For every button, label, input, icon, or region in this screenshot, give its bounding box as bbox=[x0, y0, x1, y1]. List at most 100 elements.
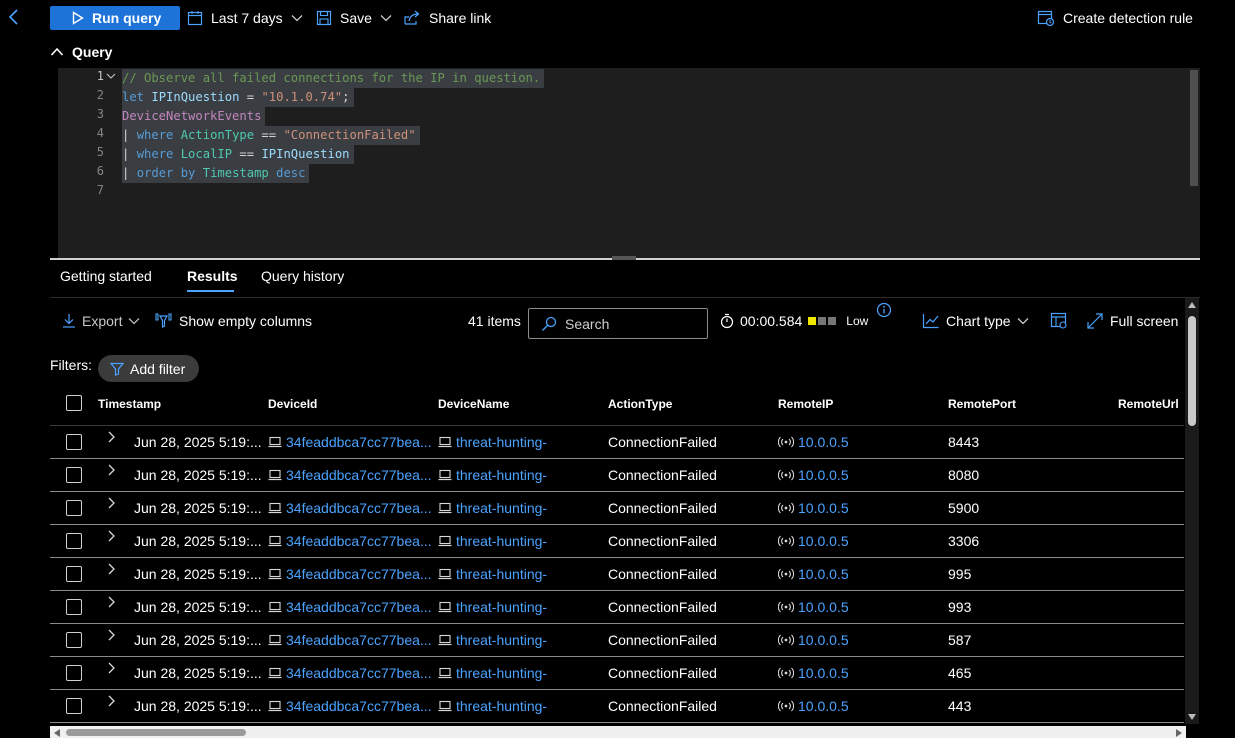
editor-scrollbar[interactable] bbox=[1190, 70, 1198, 186]
expand-row-chevron-icon[interactable] bbox=[106, 628, 116, 642]
row-checkbox[interactable] bbox=[66, 500, 82, 516]
deviceid-link[interactable]: 34feaddbca7cc77bea... bbox=[286, 500, 432, 516]
cell-devicename[interactable]: threat-hunting- bbox=[438, 467, 547, 483]
expand-row-chevron-icon[interactable] bbox=[106, 562, 116, 576]
scroll-left-arrow-icon[interactable] bbox=[54, 729, 60, 737]
devicename-link[interactable]: threat-hunting- bbox=[456, 698, 547, 714]
expand-row-chevron-icon[interactable] bbox=[106, 661, 116, 675]
table-row[interactable]: Jun 28, 2025 5:19:... 34feaddbca7cc77bea.… bbox=[50, 624, 1184, 657]
cell-remoteip[interactable]: 10.0.0.5 bbox=[778, 698, 849, 714]
cell-remoteip[interactable]: 10.0.0.5 bbox=[778, 467, 849, 483]
cell-devicename[interactable]: threat-hunting- bbox=[438, 665, 547, 681]
cell-devicename[interactable]: threat-hunting- bbox=[438, 698, 547, 714]
table-row[interactable]: Jun 28, 2025 5:19:... 34feaddbca7cc77bea.… bbox=[50, 525, 1184, 558]
devicename-link[interactable]: threat-hunting- bbox=[456, 665, 547, 681]
time-range-dropdown[interactable]: Last 7 days bbox=[187, 6, 303, 30]
cell-deviceid[interactable]: 34feaddbca7cc77bea... bbox=[268, 599, 432, 615]
run-query-button[interactable]: Run query bbox=[50, 6, 180, 30]
deviceid-link[interactable]: 34feaddbca7cc77bea... bbox=[286, 599, 432, 615]
cell-devicename[interactable]: threat-hunting- bbox=[438, 434, 547, 450]
column-settings-icon[interactable] bbox=[1050, 312, 1068, 330]
devicename-link[interactable]: threat-hunting- bbox=[456, 632, 547, 648]
remoteip-link[interactable]: 10.0.0.5 bbox=[798, 665, 849, 681]
remoteip-link[interactable]: 10.0.0.5 bbox=[798, 599, 849, 615]
devicename-link[interactable]: threat-hunting- bbox=[456, 566, 547, 582]
cell-remoteip[interactable]: 10.0.0.5 bbox=[778, 533, 849, 549]
devicename-link[interactable]: threat-hunting- bbox=[456, 533, 547, 549]
remoteip-link[interactable]: 10.0.0.5 bbox=[798, 632, 849, 648]
cell-deviceid[interactable]: 34feaddbca7cc77bea... bbox=[268, 467, 432, 483]
table-row[interactable]: Jun 28, 2025 5:19:... 34feaddbca7cc77bea.… bbox=[50, 492, 1184, 525]
row-checkbox[interactable] bbox=[66, 632, 82, 648]
column-header-actiontype[interactable]: ActionType bbox=[608, 397, 672, 411]
cell-remoteip[interactable]: 10.0.0.5 bbox=[778, 566, 849, 582]
cell-deviceid[interactable]: 34feaddbca7cc77bea... bbox=[268, 500, 432, 516]
remoteip-link[interactable]: 10.0.0.5 bbox=[798, 566, 849, 582]
expand-row-chevron-icon[interactable] bbox=[106, 694, 116, 708]
cell-devicename[interactable]: threat-hunting- bbox=[438, 632, 547, 648]
remoteip-link[interactable]: 10.0.0.5 bbox=[798, 434, 849, 450]
column-header-timestamp[interactable]: Timestamp bbox=[98, 397, 161, 411]
deviceid-link[interactable]: 34feaddbca7cc77bea... bbox=[286, 434, 432, 450]
remoteip-link[interactable]: 10.0.0.5 bbox=[798, 500, 849, 516]
row-checkbox[interactable] bbox=[66, 533, 82, 549]
export-dropdown[interactable]: Export bbox=[62, 310, 140, 332]
tab-results[interactable]: Results bbox=[187, 268, 238, 284]
devicename-link[interactable]: threat-hunting- bbox=[456, 599, 547, 615]
remoteip-link[interactable]: 10.0.0.5 bbox=[798, 467, 849, 483]
cell-deviceid[interactable]: 34feaddbca7cc77bea... bbox=[268, 665, 432, 681]
fold-chevron-icon[interactable] bbox=[106, 72, 116, 80]
cell-devicename[interactable]: threat-hunting- bbox=[438, 533, 547, 549]
column-header-deviceid[interactable]: DeviceId bbox=[268, 397, 317, 411]
expand-row-chevron-icon[interactable] bbox=[106, 496, 116, 510]
scroll-up-arrow-icon[interactable] bbox=[1188, 302, 1196, 308]
expand-row-chevron-icon[interactable] bbox=[106, 463, 116, 477]
row-checkbox[interactable] bbox=[66, 566, 82, 582]
resize-handle[interactable] bbox=[612, 256, 636, 260]
vertical-scroll-thumb[interactable] bbox=[1188, 316, 1196, 426]
query-editor[interactable]: 1 2 3 4 5 6 7 // Observe all failed conn… bbox=[58, 68, 1200, 258]
scroll-right-arrow-icon[interactable] bbox=[1176, 729, 1182, 737]
deviceid-link[interactable]: 34feaddbca7cc77bea... bbox=[286, 698, 432, 714]
devicename-link[interactable]: threat-hunting- bbox=[456, 500, 547, 516]
cell-deviceid[interactable]: 34feaddbca7cc77bea... bbox=[268, 566, 432, 582]
share-link-button[interactable]: Share link bbox=[403, 6, 491, 30]
scroll-down-arrow-icon[interactable] bbox=[1188, 714, 1196, 720]
cell-remoteip[interactable]: 10.0.0.5 bbox=[778, 434, 849, 450]
query-section-toggle[interactable]: Query bbox=[50, 42, 112, 62]
cell-remoteip[interactable]: 10.0.0.5 bbox=[778, 632, 849, 648]
table-row[interactable]: Jun 28, 2025 5:19:... 34feaddbca7cc77bea.… bbox=[50, 558, 1184, 591]
tab-query-history[interactable]: Query history bbox=[261, 268, 344, 284]
table-row[interactable]: Jun 28, 2025 5:19:... 34feaddbca7cc77bea.… bbox=[50, 657, 1184, 690]
cell-devicename[interactable]: threat-hunting- bbox=[438, 566, 547, 582]
cell-devicename[interactable]: threat-hunting- bbox=[438, 599, 547, 615]
row-checkbox[interactable] bbox=[66, 467, 82, 483]
deviceid-link[interactable]: 34feaddbca7cc77bea... bbox=[286, 566, 432, 582]
info-icon[interactable] bbox=[876, 302, 892, 318]
add-filter-button[interactable]: Add filter bbox=[98, 355, 199, 382]
cell-remoteip[interactable]: 10.0.0.5 bbox=[778, 665, 849, 681]
remoteip-link[interactable]: 10.0.0.5 bbox=[798, 698, 849, 714]
column-header-remoteurl[interactable]: RemoteUrl bbox=[1118, 397, 1179, 411]
select-all-checkbox[interactable] bbox=[66, 395, 82, 411]
deviceid-link[interactable]: 34feaddbca7cc77bea... bbox=[286, 665, 432, 681]
cell-remoteip[interactable]: 10.0.0.5 bbox=[778, 599, 849, 615]
deviceid-link[interactable]: 34feaddbca7cc77bea... bbox=[286, 632, 432, 648]
expand-row-chevron-icon[interactable] bbox=[106, 529, 116, 543]
column-header-remoteip[interactable]: RemoteIP bbox=[778, 397, 833, 411]
tab-getting-started[interactable]: Getting started bbox=[60, 268, 152, 284]
row-checkbox[interactable] bbox=[66, 665, 82, 681]
show-empty-columns-button[interactable]: Show empty columns bbox=[155, 310, 312, 332]
expand-row-chevron-icon[interactable] bbox=[106, 595, 116, 609]
cell-remoteip[interactable]: 10.0.0.5 bbox=[778, 500, 849, 516]
deviceid-link[interactable]: 34feaddbca7cc77bea... bbox=[286, 467, 432, 483]
create-detection-rule-button[interactable]: Create detection rule bbox=[1037, 6, 1193, 30]
deviceid-link[interactable]: 34feaddbca7cc77bea... bbox=[286, 533, 432, 549]
table-row[interactable]: Jun 28, 2025 5:19:... 34feaddbca7cc77bea.… bbox=[50, 459, 1184, 492]
devicename-link[interactable]: threat-hunting- bbox=[456, 467, 547, 483]
remoteip-link[interactable]: 10.0.0.5 bbox=[798, 533, 849, 549]
table-row[interactable]: Jun 28, 2025 5:19:... 34feaddbca7cc77bea.… bbox=[50, 426, 1184, 459]
back-chevron-icon[interactable] bbox=[6, 6, 20, 28]
results-search-input[interactable]: Search bbox=[528, 308, 708, 339]
cell-deviceid[interactable]: 34feaddbca7cc77bea... bbox=[268, 632, 432, 648]
